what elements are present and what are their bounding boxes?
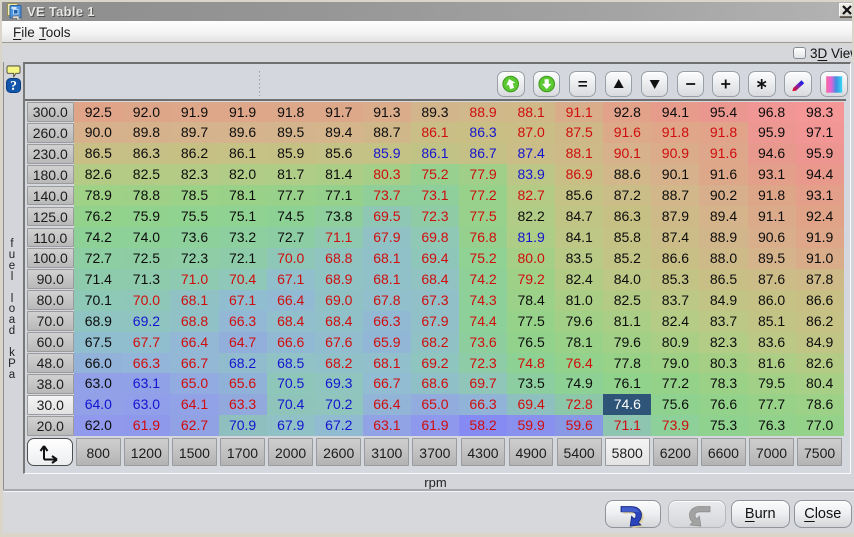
svg-text:?: ? [10,78,17,93]
